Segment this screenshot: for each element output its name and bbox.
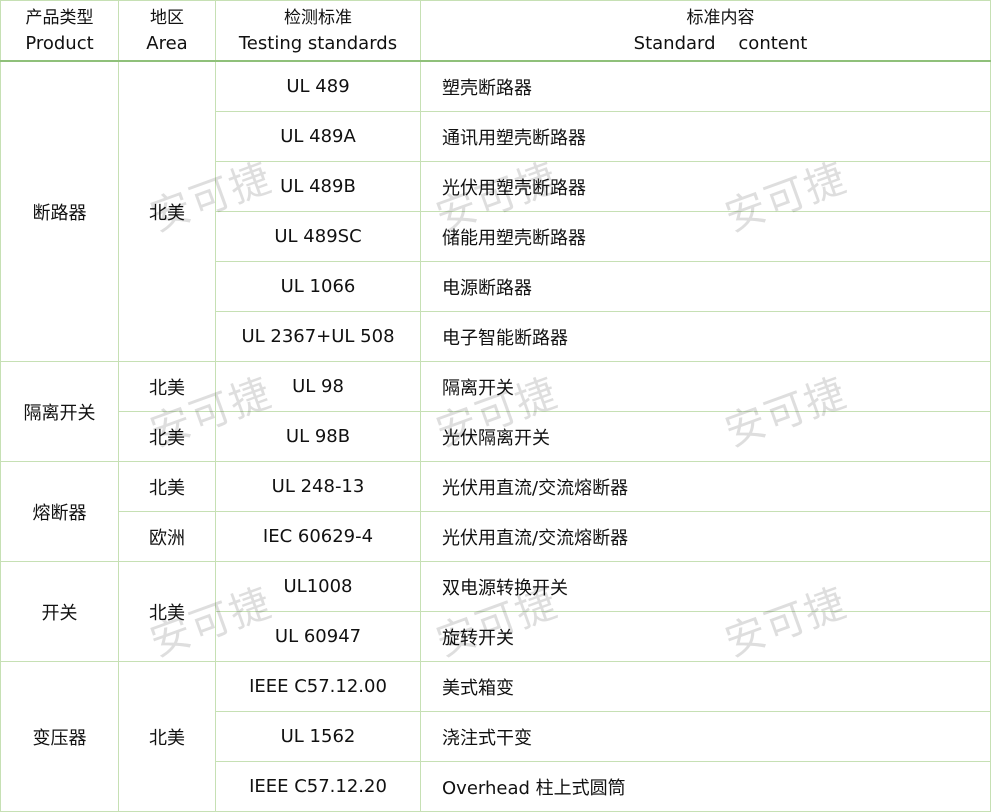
table-row: 北美 UL 98B 光伏隔离开关 bbox=[1, 411, 991, 462]
area-cell: 北美 bbox=[118, 461, 216, 512]
area-cell: 北美 bbox=[118, 361, 216, 412]
header-product-cn: 产品类型 bbox=[25, 7, 94, 28]
header-area-en: Area bbox=[146, 32, 188, 54]
content-cell: 光伏用直流/交流熔断器 bbox=[420, 461, 991, 512]
standard-cell: UL 248-13 bbox=[215, 461, 421, 512]
header-area: 地区 Area bbox=[118, 0, 216, 62]
standard-cell: UL 1066 bbox=[215, 261, 421, 312]
table-row: 断路器 北美 UL 489 塑壳断路器 bbox=[0, 60, 991, 362]
table-row: 欧洲 IEC 60629-4 光伏用直流/交流熔断器 bbox=[1, 511, 991, 562]
standard-cell: UL 489B bbox=[215, 161, 421, 212]
header-product-en: Product bbox=[25, 32, 94, 54]
content-cell: 光伏用塑壳断路器 bbox=[420, 161, 991, 212]
header-area-cn: 地区 bbox=[150, 7, 184, 28]
content-cell: 电子智能断路器 bbox=[420, 311, 991, 362]
area-cell: 北美 bbox=[118, 60, 216, 362]
content-cell: 电源断路器 bbox=[420, 261, 991, 312]
table-row: 变压器 北美 IEEE C57.12.00 美式箱变 bbox=[0, 661, 991, 812]
content-cell: 塑壳断路器 bbox=[420, 60, 991, 112]
product-cell: 变压器 bbox=[0, 661, 119, 812]
header-standard-en: Testing standards bbox=[238, 32, 398, 54]
content-cell: 旋转开关 bbox=[420, 611, 991, 662]
table-body: 断路器 北美 UL 489 塑壳断路器 UL 489A 通讯用塑壳断路器 UL … bbox=[0, 60, 991, 812]
table-row: 熔断器 北美 UL 248-13 光伏用直流/交流熔断器 bbox=[0, 461, 991, 562]
standard-cell: IEC 60629-4 bbox=[215, 511, 421, 562]
standard-cell: UL 2367+UL 508 bbox=[215, 311, 421, 362]
header-content: 标准内容 Standard content bbox=[420, 0, 991, 62]
content-cell: 储能用塑壳断路器 bbox=[420, 211, 991, 262]
area-cell: 欧洲 bbox=[118, 511, 216, 562]
standard-cell: UL 489 bbox=[215, 60, 421, 112]
content-cell: 双电源转换开关 bbox=[420, 561, 991, 612]
area-cell: 北美 bbox=[118, 561, 216, 662]
table-row: 隔离开关 北美 UL 98 隔离开关 bbox=[0, 361, 991, 462]
header-standard-cn: 检测标准 bbox=[284, 7, 352, 28]
header-content-en: Standard content bbox=[633, 32, 808, 54]
standard-cell: IEEE C57.12.20 bbox=[215, 761, 421, 812]
product-cell: 熔断器 bbox=[0, 461, 119, 562]
standards-table: 产品类型 Product 地区 Area 检测标准 Testing standa… bbox=[0, 0, 991, 812]
content-cell: 浇注式干变 bbox=[420, 711, 991, 762]
content-cell: 通讯用塑壳断路器 bbox=[420, 111, 991, 162]
header-row: 产品类型 Product 地区 Area 检测标准 Testing standa… bbox=[0, 0, 991, 62]
content-cell: 光伏用直流/交流熔断器 bbox=[420, 511, 991, 562]
area-cell: 北美 bbox=[118, 661, 216, 812]
standard-cell: IEEE C57.12.00 bbox=[215, 661, 421, 712]
header-content-cn: 标准内容 bbox=[686, 7, 755, 28]
table-row: 开关 北美 UL1008 双电源转换开关 bbox=[0, 561, 991, 662]
header-product: 产品类型 Product bbox=[0, 0, 119, 62]
standard-cell: UL1008 bbox=[215, 561, 421, 612]
product-cell: 开关 bbox=[0, 561, 119, 662]
product-cell: 隔离开关 bbox=[0, 361, 119, 462]
content-cell: 光伏隔离开关 bbox=[420, 411, 991, 462]
table-header: 产品类型 Product 地区 Area 检测标准 Testing standa… bbox=[0, 0, 991, 62]
header-standard: 检测标准 Testing standards bbox=[215, 0, 421, 62]
standard-cell: UL 98B bbox=[215, 411, 421, 462]
standard-cell: UL 489A bbox=[215, 111, 421, 162]
area-cell: 北美 bbox=[118, 411, 216, 462]
standard-cell: UL 489SC bbox=[215, 211, 421, 262]
standard-cell: UL 98 bbox=[215, 361, 421, 412]
standard-cell: UL 60947 bbox=[215, 611, 421, 662]
content-cell: 隔离开关 bbox=[420, 361, 991, 412]
standard-cell: UL 1562 bbox=[215, 711, 421, 762]
content-cell: 美式箱变 bbox=[420, 661, 991, 712]
content-cell: Overhead 柱上式圆筒 bbox=[420, 761, 991, 812]
product-cell: 断路器 bbox=[0, 60, 119, 362]
